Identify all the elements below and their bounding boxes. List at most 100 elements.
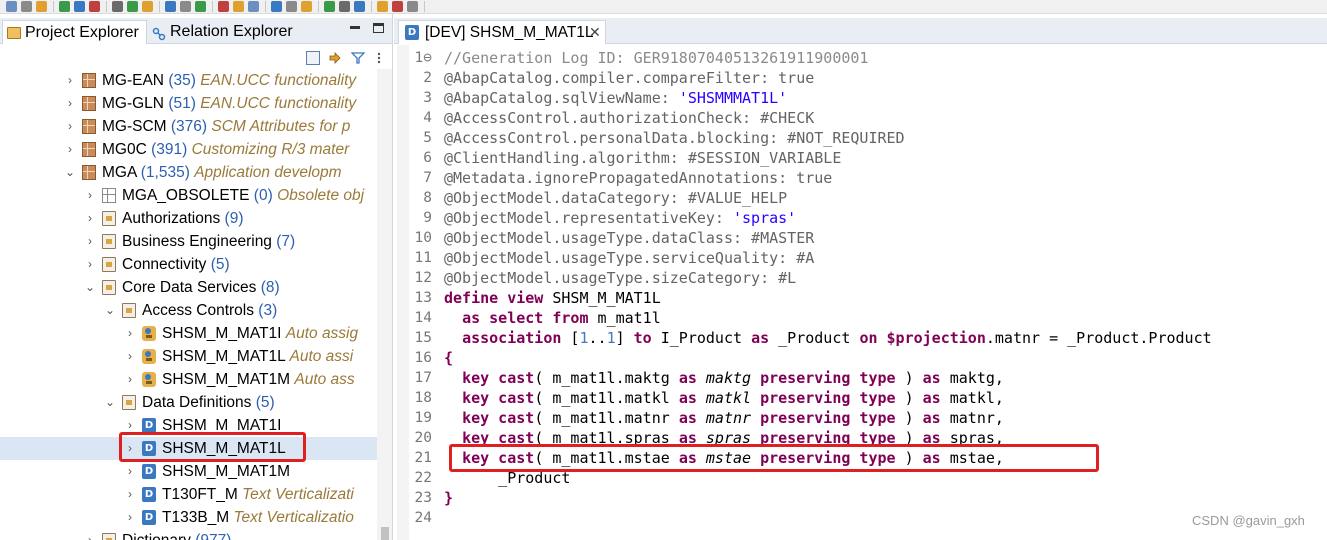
toolbar-button-icon[interactable]: [377, 1, 388, 12]
tab-relation-explorer[interactable]: Relation Explorer: [150, 20, 300, 44]
toolbar-button-icon[interactable]: [165, 1, 176, 12]
tree-item[interactable]: › MG0C (391) Customizing R/3 mater: [0, 138, 377, 161]
code-line[interactable]: @ObjectModel.usageType.serviceQuality: #…: [444, 248, 814, 268]
toolbar-button-icon[interactable]: [89, 1, 100, 12]
collapse-chevron-icon[interactable]: ⌄: [64, 161, 76, 184]
toolbar-button-icon[interactable]: [218, 1, 229, 12]
toolbar-button-icon[interactable]: [271, 1, 282, 12]
tree-scrollbar-thumb[interactable]: [381, 527, 389, 540]
collapse-all-icon[interactable]: [306, 51, 320, 65]
tree-item[interactable]: › Connectivity (5): [0, 253, 377, 276]
code-line[interactable]: association [1..1] to I_Product as _Prod…: [444, 328, 1212, 348]
tree-item[interactable]: ⌄ MGA (1,535) Application developm: [0, 161, 377, 184]
code-line[interactable]: @ObjectModel.usageType.sizeCategory: #L: [444, 268, 796, 288]
code-line[interactable]: {: [444, 348, 453, 368]
toolbar-button-icon[interactable]: [392, 1, 403, 12]
toolbar-button-icon[interactable]: [195, 1, 206, 12]
toolbar-button-icon[interactable]: [127, 1, 138, 12]
code-line[interactable]: @ClientHandling.algorithm: #SESSION_VARI…: [444, 148, 841, 168]
toolbar-button-icon[interactable]: [36, 1, 47, 12]
minimize-icon[interactable]: [350, 26, 360, 29]
code-line[interactable]: as select from m_mat1l: [444, 308, 661, 328]
toolbar-button-icon[interactable]: [180, 1, 191, 12]
tree-item[interactable]: ⌄ Data Definitions (5): [0, 391, 377, 414]
tree-item[interactable]: › SHSM_M_MAT1L Auto assi: [0, 345, 377, 368]
tab-project-explorer[interactable]: Project Explorer: [2, 20, 147, 44]
tab-editor-shsm-m-mat1l[interactable]: D [DEV] SHSM_M_MAT1L ✕: [398, 20, 606, 44]
code-line[interactable]: @Metadata.ignorePropagatedAnnotations: t…: [444, 168, 832, 188]
code-token: preserving type: [760, 369, 896, 387]
expand-chevron-icon[interactable]: ›: [84, 230, 96, 253]
code-line[interactable]: define view SHSM_M_MAT1L: [444, 288, 661, 308]
toolbar-button-icon[interactable]: [233, 1, 244, 12]
tree-item[interactable]: › D SHSM_M_MAT1M: [0, 460, 377, 483]
code-line[interactable]: @ObjectModel.representativeKey: 'spras': [444, 208, 796, 228]
tree-item[interactable]: › SHSM_M_MAT1M Auto ass: [0, 368, 377, 391]
maximize-icon[interactable]: [373, 23, 384, 33]
expand-chevron-icon[interactable]: ›: [124, 345, 136, 368]
tree-item[interactable]: ⌄ Access Controls (3): [0, 299, 377, 322]
expand-chevron-icon[interactable]: ›: [64, 115, 76, 138]
expand-chevron-icon[interactable]: ›: [84, 529, 96, 540]
toolbar-button-icon[interactable]: [407, 1, 418, 12]
filter-icon[interactable]: [350, 51, 366, 65]
collapse-chevron-icon[interactable]: ⌄: [104, 299, 116, 322]
toolbar-button-icon[interactable]: [248, 1, 259, 12]
collapse-chevron-icon[interactable]: ⌄: [84, 276, 96, 299]
code-line[interactable]: key cast( m_mat1l.maktg as maktg preserv…: [444, 368, 1004, 388]
tree-scrollbar[interactable]: [377, 69, 392, 540]
collapse-chevron-icon[interactable]: ⌄: [104, 391, 116, 414]
code-line[interactable]: @AbapCatalog.sqlViewName: 'SHSMMMAT1L': [444, 88, 787, 108]
expand-chevron-icon[interactable]: ›: [124, 483, 136, 506]
toolbar-button-icon[interactable]: [74, 1, 85, 12]
expand-chevron-icon[interactable]: ›: [124, 368, 136, 391]
expand-chevron-icon[interactable]: ›: [124, 322, 136, 345]
toolbar-button-icon[interactable]: [21, 1, 32, 12]
tree-item[interactable]: ⌄ Core Data Services (8): [0, 276, 377, 299]
toolbar-button-icon[interactable]: [286, 1, 297, 12]
view-menu-icon[interactable]: [376, 51, 382, 65]
tree-item[interactable]: › MGA_OBSOLETE (0) Obsolete obj: [0, 184, 377, 207]
code-line[interactable]: @ObjectModel.usageType.dataClass: #MASTE…: [444, 228, 814, 248]
tree-item[interactable]: › SHSM_M_MAT1I Auto assig: [0, 322, 377, 345]
code-line[interactable]: @AbapCatalog.compiler.compareFilter: tru…: [444, 68, 814, 88]
code-line[interactable]: }: [444, 488, 453, 508]
highlight-box-tree-selection: [119, 432, 306, 462]
tree-item[interactable]: › Authorizations (9): [0, 207, 377, 230]
toolbar-button-icon[interactable]: [142, 1, 153, 12]
tree-item[interactable]: › MG-GLN (51) EAN.UCC functionality: [0, 92, 377, 115]
toolbar-button-icon[interactable]: [354, 1, 365, 12]
toolbar-button-icon[interactable]: [324, 1, 335, 12]
tree-item[interactable]: › MG-SCM (376) SCM Attributes for p: [0, 115, 377, 138]
link-with-editor-icon[interactable]: [328, 51, 342, 65]
code-line[interactable]: //Generation Log ID: GER9180704051326191…: [444, 48, 868, 68]
toolbar-button-icon[interactable]: [6, 1, 17, 12]
toolbar-button-icon[interactable]: [112, 1, 123, 12]
expand-chevron-icon[interactable]: ›: [84, 184, 96, 207]
code-token: @ObjectModel.representativeKey:: [444, 209, 733, 227]
tree-item[interactable]: › Business Engineering (7): [0, 230, 377, 253]
toolbar-button-icon[interactable]: [339, 1, 350, 12]
expand-chevron-icon[interactable]: ›: [124, 460, 136, 483]
line-number: 8: [423, 190, 432, 206]
tree-item[interactable]: › D T130FT_M Text Verticalizati: [0, 483, 377, 506]
code-line[interactable]: @ObjectModel.dataCategory: #VALUE_HELP: [444, 188, 787, 208]
close-tab-icon[interactable]: ✕: [589, 21, 601, 44]
tree-item[interactable]: › Dictionary (977): [0, 529, 377, 540]
expand-chevron-icon[interactable]: ›: [64, 138, 76, 161]
code-line[interactable]: key cast( m_mat1l.matnr as matnr preserv…: [444, 408, 1004, 428]
expand-chevron-icon[interactable]: ›: [64, 69, 76, 92]
code-line[interactable]: key cast( m_mat1l.matkl as matkl preserv…: [444, 388, 1004, 408]
code-line[interactable]: @AccessControl.authorizationCheck: #CHEC…: [444, 108, 814, 128]
code-line[interactable]: @AccessControl.personalData.blocking: #N…: [444, 128, 905, 148]
tree-item[interactable]: › D T133B_M Text Verticalizatio: [0, 506, 377, 529]
tree-item[interactable]: › MG-EAN (35) EAN.UCC functionality: [0, 69, 377, 92]
expand-chevron-icon[interactable]: ›: [64, 92, 76, 115]
expand-chevron-icon[interactable]: ›: [84, 253, 96, 276]
expand-chevron-icon[interactable]: ›: [124, 506, 136, 529]
code-token: key cast: [462, 409, 535, 427]
toolbar-button-icon[interactable]: [301, 1, 312, 12]
code-token: maktg: [705, 369, 752, 387]
toolbar-button-icon[interactable]: [59, 1, 70, 12]
expand-chevron-icon[interactable]: ›: [84, 207, 96, 230]
